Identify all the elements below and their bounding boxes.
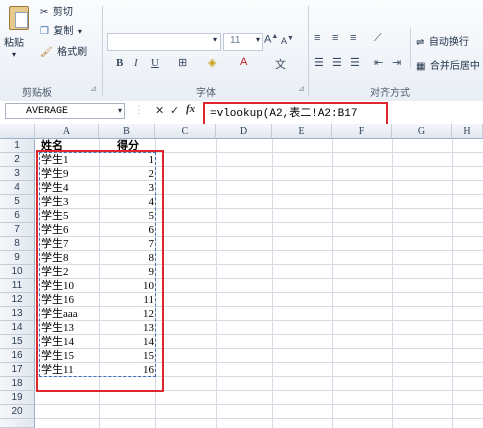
- grid-line: [272, 139, 273, 428]
- fill-color-icon[interactable]: ◈: [208, 56, 216, 69]
- paper-icon: [15, 12, 28, 28]
- row-header[interactable]: 10: [0, 265, 35, 279]
- alignment-group-label: 对齐方式: [370, 88, 410, 99]
- align-bottom-icon[interactable]: ≡: [350, 32, 356, 44]
- cancel-button[interactable]: ✕: [155, 104, 164, 117]
- grid-line: [452, 139, 453, 428]
- column-header-b[interactable]: B: [99, 124, 155, 139]
- row-header[interactable]: 4: [0, 181, 35, 195]
- row-header[interactable]: 11: [0, 279, 35, 293]
- paste-label: 粘贴: [4, 38, 24, 49]
- row-header[interactable]: 12: [0, 293, 35, 307]
- copy-button[interactable]: ❐ 复制 ▾: [40, 21, 82, 37]
- group-separator: [308, 6, 309, 96]
- row-header[interactable]: 3: [0, 167, 35, 181]
- format-painter-button[interactable]: 🖌 格式刷: [40, 42, 88, 58]
- increase-indent-icon[interactable]: ⇥: [392, 56, 401, 69]
- merge-icon: ▦: [416, 61, 426, 72]
- underline-button[interactable]: U: [151, 57, 159, 69]
- align-top-icon[interactable]: ≡: [314, 32, 320, 44]
- row-header[interactable]: 5: [0, 195, 35, 209]
- merge-label: 合并后居中: [429, 61, 480, 72]
- row-header[interactable]: 2: [0, 153, 35, 167]
- align-center-icon[interactable]: ☰: [332, 56, 342, 69]
- align-left-icon[interactable]: ☰: [314, 56, 324, 69]
- row-header[interactable]: 18: [0, 377, 35, 391]
- row-header[interactable]: 13: [0, 307, 35, 321]
- row-header[interactable]: 9: [0, 251, 35, 265]
- borders-icon[interactable]: ⊞: [178, 56, 187, 69]
- wrap-text-button[interactable]: ⇌ 自动换行: [416, 32, 469, 50]
- cut-label: 剪切: [52, 7, 73, 18]
- column-header-e[interactable]: E: [272, 124, 332, 139]
- chevron-down-icon: ▾: [212, 35, 217, 44]
- name-box[interactable]: AVERAGE: [5, 103, 125, 119]
- copy-icon: ❐: [40, 26, 49, 37]
- italic-button[interactable]: I: [134, 57, 138, 69]
- row-header[interactable]: 8: [0, 237, 35, 251]
- insert-function-button[interactable]: fx: [186, 103, 195, 115]
- table-highlight: [36, 150, 164, 392]
- format-painter-label: 格式刷: [57, 47, 88, 58]
- copy-label: 复制: [53, 26, 74, 37]
- resize-dots-icon: ⋮: [134, 105, 144, 116]
- formula-highlight: [203, 102, 388, 126]
- phonetic-icon[interactable]: 文: [275, 56, 286, 72]
- enter-button[interactable]: ✓: [170, 104, 179, 117]
- paste-button[interactable]: 粘贴 ▾: [4, 4, 32, 64]
- row-header[interactable]: 14: [0, 321, 35, 335]
- merge-center-button[interactable]: ▦ 合并后居中: [416, 56, 480, 74]
- chevron-down-icon: ▾: [12, 50, 17, 59]
- select-all-corner[interactable]: [0, 124, 35, 139]
- font-group-label: 字体: [196, 88, 216, 99]
- column-header-g[interactable]: G: [392, 124, 452, 139]
- column-header-d[interactable]: D: [216, 124, 272, 139]
- group-separator: [102, 6, 103, 96]
- row-header[interactable]: 7: [0, 223, 35, 237]
- group-separator: [410, 28, 411, 68]
- chevron-down-icon: ▾: [77, 27, 82, 36]
- wrap-text-icon: ⇌: [416, 37, 425, 48]
- column-header-a[interactable]: A: [35, 124, 99, 139]
- grid-line: [35, 404, 483, 405]
- grid-line: [216, 139, 217, 428]
- dialog-launcher-icon[interactable]: ⊿: [298, 84, 305, 93]
- dialog-launcher-icon[interactable]: ⊿: [90, 84, 97, 93]
- column-header-h[interactable]: H: [452, 124, 483, 139]
- row-header[interactable]: 1: [0, 139, 35, 153]
- row-header[interactable]: 17: [0, 363, 35, 377]
- wrap-text-label: 自动换行: [428, 37, 469, 48]
- row-header: [0, 419, 35, 428]
- grid-line: [332, 139, 333, 428]
- column-header-c[interactable]: C: [155, 124, 216, 139]
- align-middle-icon[interactable]: ≡: [332, 32, 338, 44]
- font-size-select[interactable]: 11 ▾: [223, 33, 263, 51]
- column-header-f[interactable]: F: [332, 124, 392, 139]
- row-header[interactable]: 6: [0, 209, 35, 223]
- brush-icon: 🖌: [40, 47, 53, 58]
- font-name-select[interactable]: ▾: [107, 33, 221, 51]
- font-size-value: 11: [230, 35, 241, 46]
- bold-button[interactable]: B: [116, 57, 123, 69]
- row-header[interactable]: 16: [0, 349, 35, 363]
- scissors-icon: ✂: [40, 7, 49, 18]
- grid-line: [392, 139, 393, 428]
- row-header[interactable]: 15: [0, 335, 35, 349]
- orientation-icon[interactable]: ⟋: [374, 32, 382, 45]
- font-color-icon[interactable]: A: [240, 56, 247, 68]
- cut-button[interactable]: ✂ 剪切: [40, 2, 73, 18]
- clipboard-group-label: 剪贴板: [22, 88, 52, 99]
- chevron-down-icon[interactable]: ▾: [118, 106, 122, 115]
- row-header[interactable]: 19: [0, 391, 35, 405]
- align-right-icon[interactable]: ☰: [350, 56, 360, 69]
- grid-line: [35, 418, 483, 419]
- grow-font-button[interactable]: A▲: [264, 33, 278, 46]
- row-header[interactable]: 20: [0, 405, 35, 419]
- shrink-font-button[interactable]: A▼: [281, 35, 294, 46]
- decrease-indent-icon[interactable]: ⇤: [374, 56, 383, 69]
- chevron-down-icon: ▾: [255, 35, 260, 44]
